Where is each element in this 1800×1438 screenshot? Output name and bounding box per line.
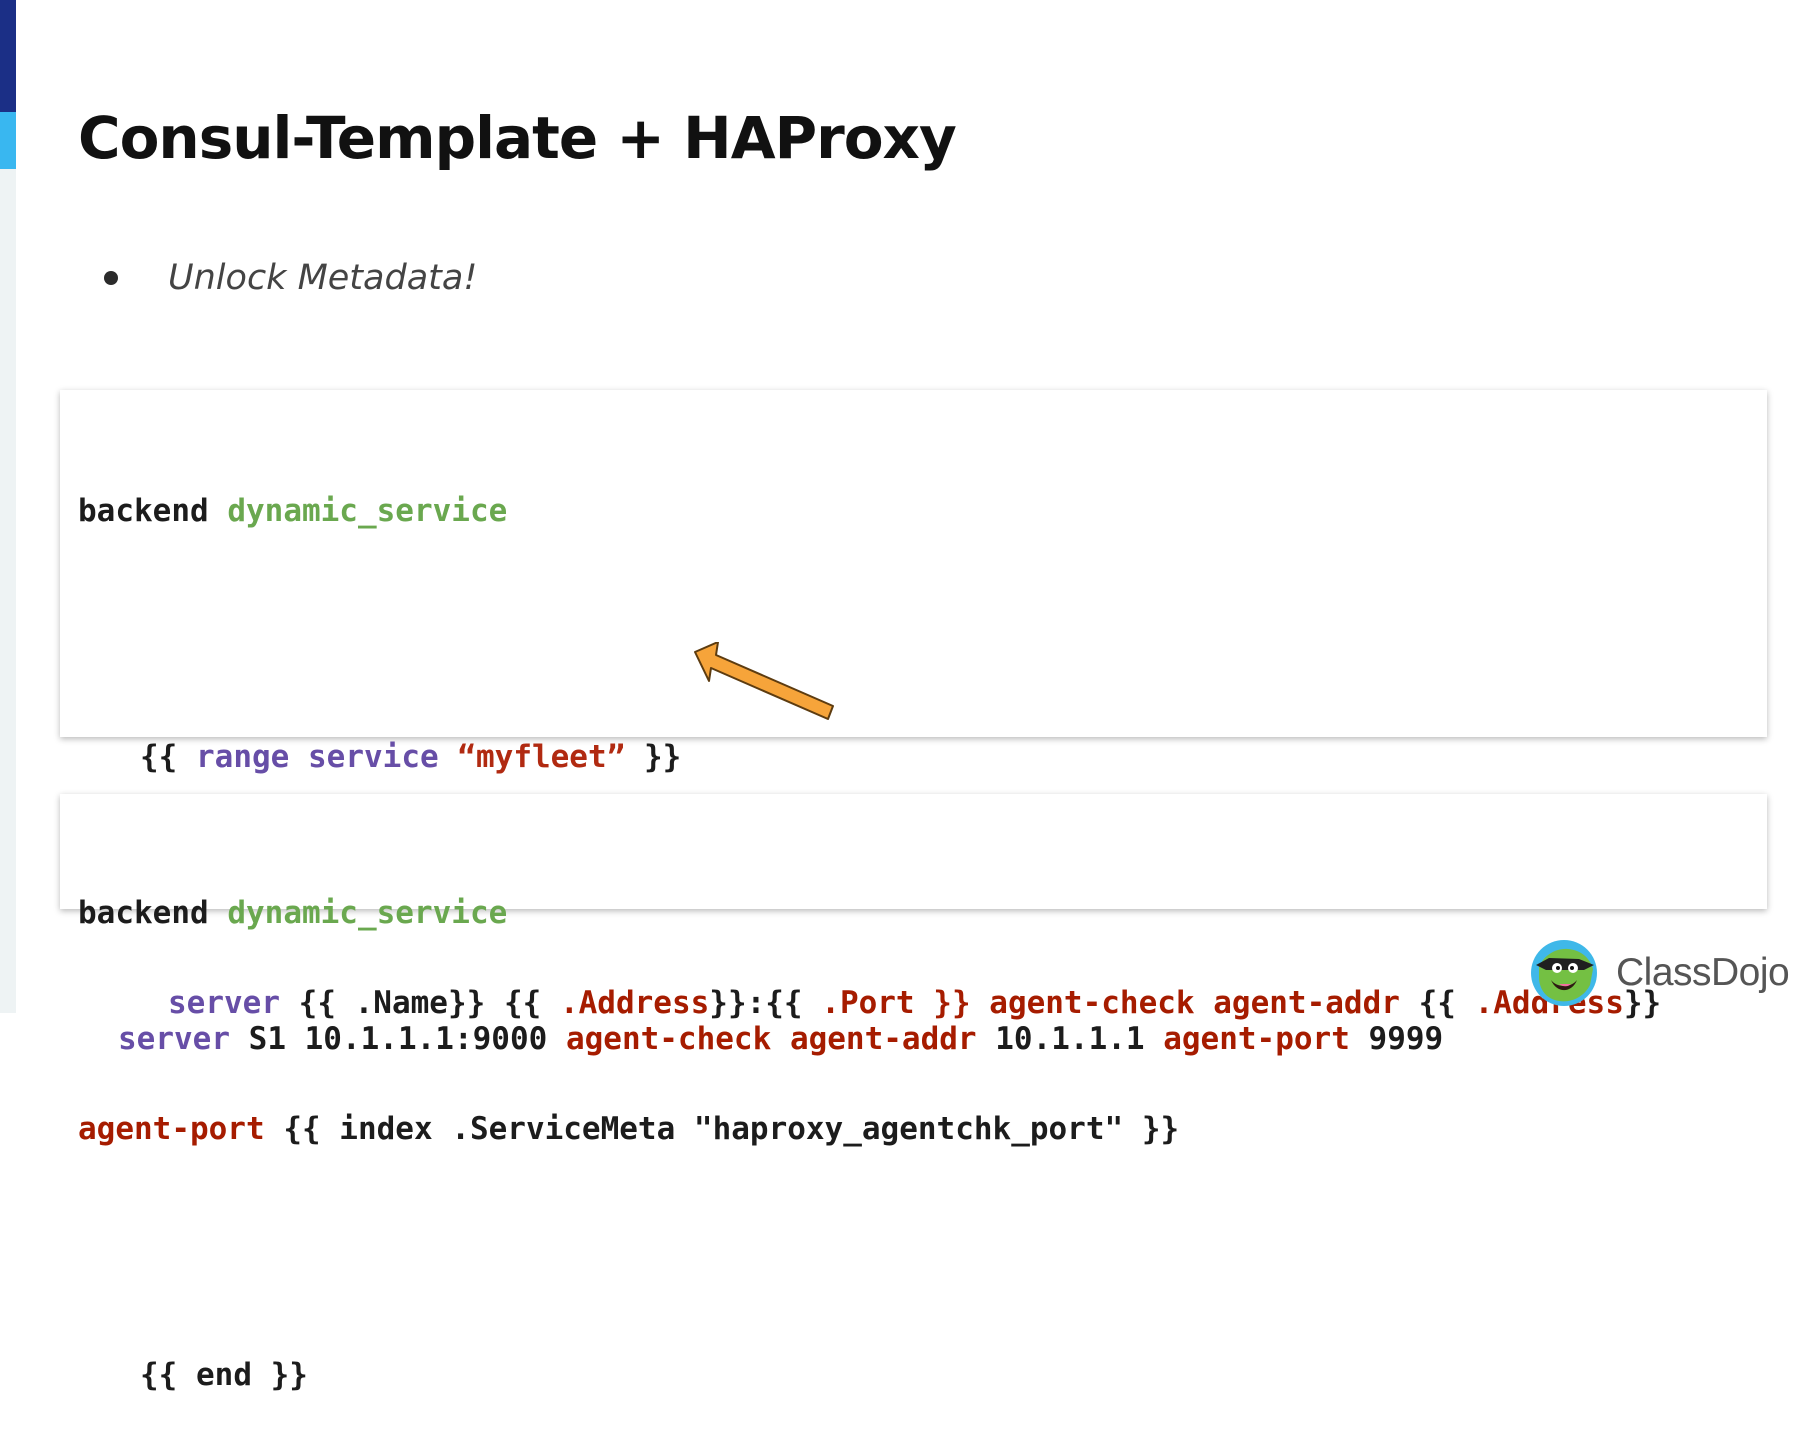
rendered-server-target: S1 10.1.1.1:9000 — [248, 1021, 548, 1057]
template-spacer-3 — [78, 1234, 1749, 1270]
classdojo-monster-logo-icon — [1531, 940, 1597, 1006]
rendered-code-block: backend dynamic_service server S1 10.1.1… — [60, 794, 1767, 1057]
template-end-expr: {{ end }} — [140, 1357, 308, 1393]
rendered-line-backend: backend dynamic_service — [78, 892, 1749, 934]
template-service-meta-expr: {{ index .ServiceMeta "haproxy_agentchk_… — [283, 1111, 1180, 1147]
slide-title: Consul-Template + HAProxy — [78, 104, 957, 172]
bullet-text: Unlock Metadata! — [168, 258, 478, 298]
template-service-keyword: service — [308, 739, 439, 775]
rendered-agent-port: agent-port — [1163, 1021, 1350, 1057]
template-range-keyword: range — [196, 739, 290, 775]
template-service-value: “myfleet” — [457, 739, 626, 775]
rendered-agent-addr-value: 10.1.1.1 — [995, 1021, 1145, 1057]
rendered-backend-keyword: backend — [78, 895, 209, 931]
rendered-server-keyword: server — [118, 1021, 230, 1057]
rendered-agent-check: agent-check — [565, 1021, 772, 1057]
classdojo-logo: ClassDojo — [1528, 938, 1796, 1008]
template-line-backend: backend dynamic_service — [78, 490, 1749, 532]
template-spacer-1 — [78, 616, 1749, 652]
rendered-agent-addr: agent-addr — [789, 1021, 977, 1057]
template-backend-name: dynamic_service — [227, 493, 508, 529]
template-line-end: {{ end }} — [78, 1354, 1749, 1396]
template-line-range: {{ range service “myfleet” }} — [78, 736, 1749, 778]
template-backend-keyword: backend — [78, 493, 209, 529]
bullet-item: Unlock Metadata! — [104, 258, 477, 298]
template-range-close: }} — [643, 739, 682, 775]
template-code-block: backend dynamic_service {{ range service… — [60, 390, 1767, 1393]
template-range-open: {{ — [140, 739, 178, 775]
left-accent-dark — [0, 0, 16, 112]
classdojo-wordmark: ClassDojo — [1616, 951, 1790, 994]
rendered-agent-port-value: 9999 — [1368, 1021, 1444, 1057]
left-accent-light — [0, 112, 16, 169]
rendered-line-server: server S1 10.1.1.1:9000 agent-check agen… — [78, 1018, 1749, 1060]
bullet-dot-icon — [104, 271, 118, 285]
rendered-backend-name: dynamic_service — [227, 895, 508, 931]
template-line-agent-port: agent-port {{ index .ServiceMeta "haprox… — [78, 1108, 1749, 1150]
template-agent-port: agent-port — [78, 1111, 265, 1147]
